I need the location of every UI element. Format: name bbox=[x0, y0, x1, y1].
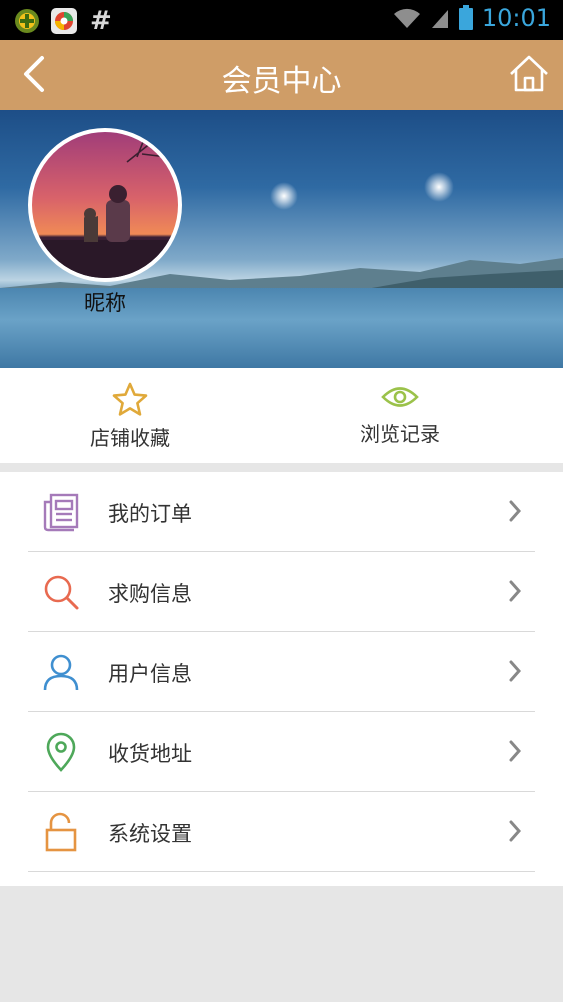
star-icon bbox=[112, 382, 148, 416]
eye-icon bbox=[381, 387, 419, 407]
hash-icon: # bbox=[90, 6, 112, 36]
status-bar: # 10:01 bbox=[0, 0, 563, 40]
wifi-icon bbox=[393, 8, 420, 28]
search-icon bbox=[44, 575, 79, 610]
status-right: 10:01 bbox=[392, 4, 551, 32]
shop-favorites-label: 店铺收藏 bbox=[90, 426, 170, 450]
order-document-icon bbox=[43, 493, 79, 532]
menu-item-purchase-requests[interactable]: 求购信息 bbox=[28, 552, 535, 632]
chevron-right-icon bbox=[509, 820, 522, 842]
battery-icon bbox=[458, 5, 473, 30]
unlock-icon bbox=[45, 812, 77, 852]
home-icon bbox=[510, 55, 548, 92]
menu-item-shipping-address[interactable]: 收货地址 bbox=[28, 712, 535, 792]
shop-favorites-button[interactable]: 店铺收藏 bbox=[40, 382, 220, 451]
menu-label: 求购信息 bbox=[108, 582, 192, 606]
home-button[interactable] bbox=[507, 52, 551, 96]
browse-history-label: 浏览记录 bbox=[360, 422, 440, 446]
menu-list: 我的订单 求购信息 用户信息 收货地址 系统设置 bbox=[0, 472, 563, 886]
clock-time: 10:01 bbox=[481, 4, 551, 32]
nickname[interactable]: 昵称 bbox=[60, 287, 150, 317]
menu-label: 用户信息 bbox=[108, 662, 192, 686]
menu-label: 收货地址 bbox=[108, 742, 192, 766]
header-bar: 会员中心 bbox=[0, 40, 563, 110]
menu-item-my-orders[interactable]: 我的订单 bbox=[28, 472, 535, 552]
chevron-right-icon bbox=[509, 660, 522, 682]
signal-icon bbox=[431, 10, 448, 28]
status-left: # bbox=[14, 6, 112, 36]
star-sparkle bbox=[424, 172, 454, 202]
star-sparkle bbox=[270, 182, 298, 210]
menu-label: 我的订单 bbox=[108, 502, 192, 526]
avatar-image bbox=[32, 132, 178, 278]
menu-item-system-settings[interactable]: 系统设置 bbox=[28, 792, 535, 872]
page-title: 会员中心 bbox=[221, 64, 342, 99]
user-icon bbox=[43, 654, 79, 691]
app-icon-1 bbox=[15, 9, 39, 33]
quick-actions-bar: 店铺收藏 浏览记录 bbox=[0, 368, 563, 463]
profile-banner: 昵称 bbox=[0, 110, 563, 368]
menu-label: 系统设置 bbox=[108, 822, 192, 846]
location-pin-icon bbox=[46, 732, 76, 772]
menu-item-user-info[interactable]: 用户信息 bbox=[28, 632, 535, 712]
browse-history-button[interactable]: 浏览记录 bbox=[310, 382, 490, 447]
chevron-right-icon bbox=[509, 580, 522, 602]
chevron-right-icon bbox=[509, 500, 522, 522]
chevron-right-icon bbox=[509, 740, 522, 762]
app-icon-2 bbox=[51, 8, 77, 34]
avatar[interactable] bbox=[28, 128, 182, 282]
